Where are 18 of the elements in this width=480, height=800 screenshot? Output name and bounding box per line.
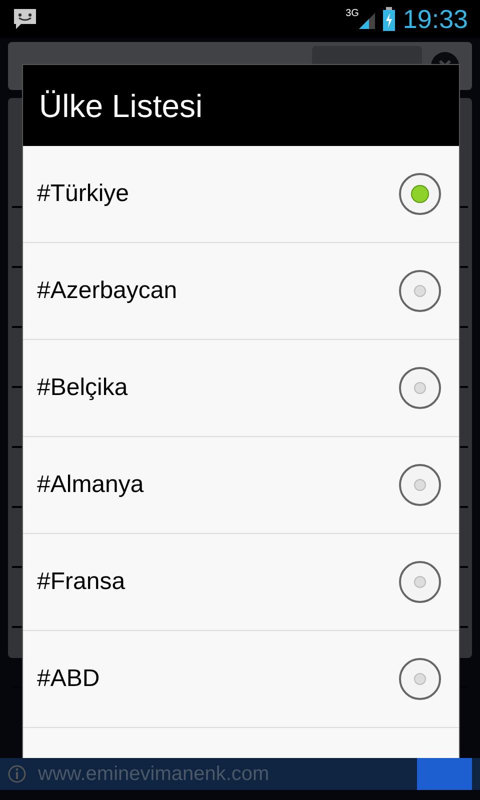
radio-button[interactable] xyxy=(399,561,441,603)
list-item[interactable]: #Azerbaycan xyxy=(23,243,459,340)
list-item[interactable]: #Türkiye xyxy=(23,146,459,243)
list-item[interactable]: #Almanya xyxy=(23,437,459,534)
list-item[interactable]: #Belçika xyxy=(23,340,459,437)
list-item[interactable]: #ABD xyxy=(23,631,459,728)
radio-button[interactable] xyxy=(399,658,441,700)
ad-text: www.eminevimanenk.com xyxy=(38,762,270,787)
radio-button[interactable] xyxy=(399,464,441,506)
list-item[interactable]: #Fransa xyxy=(23,534,459,631)
network-type: 3G xyxy=(346,7,359,21)
clock: 19:33 xyxy=(402,2,468,36)
radio-button[interactable] xyxy=(399,270,441,312)
dialog-title: Ülke Listesi xyxy=(39,86,203,126)
radio-button[interactable] xyxy=(399,367,441,409)
chat-icon xyxy=(12,7,38,31)
battery-icon xyxy=(382,7,395,31)
radio-button[interactable] xyxy=(399,173,441,215)
